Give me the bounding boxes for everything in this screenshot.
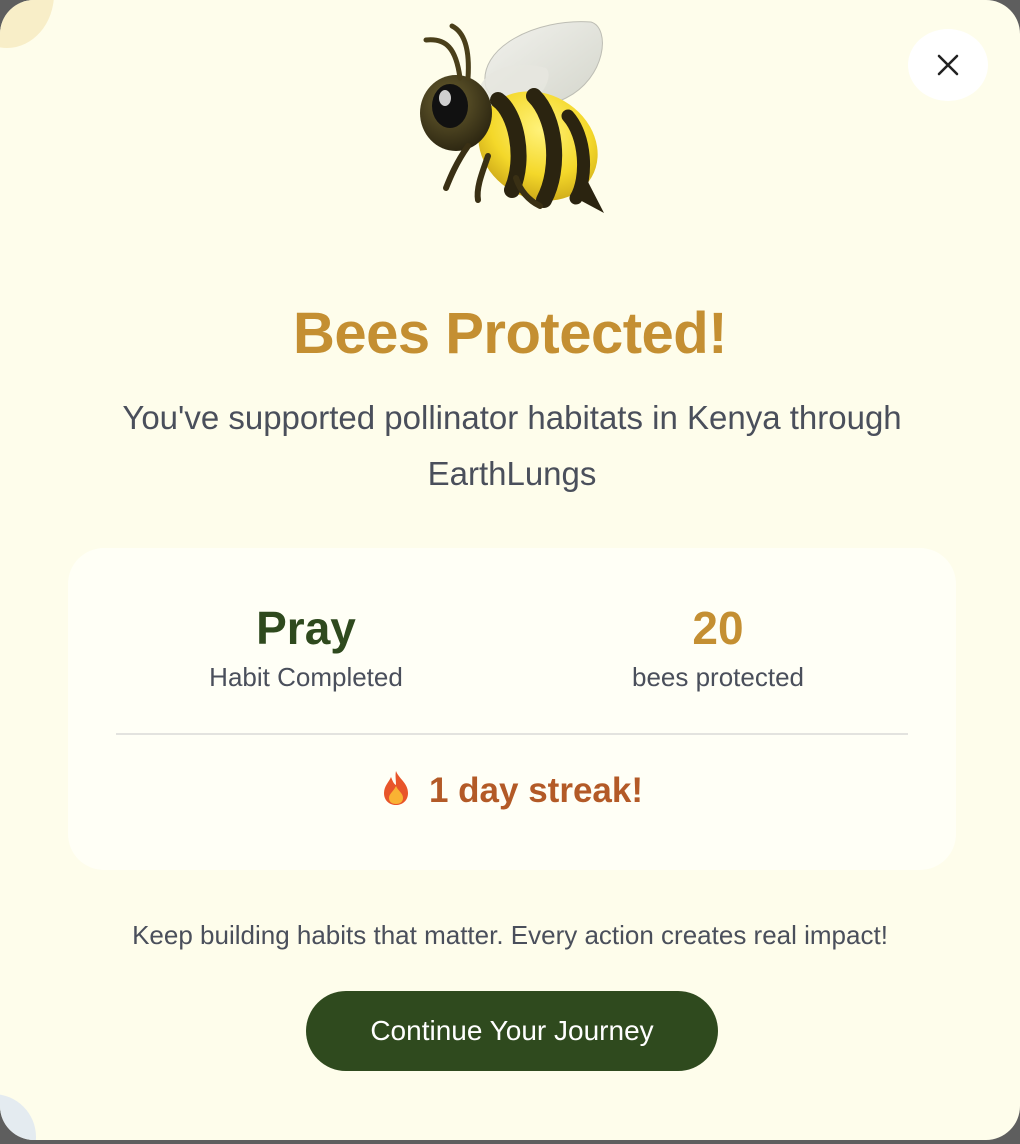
habit-name: Pray (256, 602, 356, 654)
streak-indicator: 1 day streak! (68, 770, 956, 811)
fire-icon (383, 771, 408, 805)
encouragement-text: Keep building habits that matter. Every … (132, 920, 888, 950)
bee-icon (420, 21, 604, 213)
modal-subtitle: You've supported pollinator habitats in … (122, 399, 902, 492)
impact-stat: 20 bees protected (568, 600, 868, 693)
habit-stat: Pray Habit Completed (156, 600, 456, 693)
decorative-circle-bottom (0, 1094, 36, 1140)
impact-value: 20 (692, 602, 744, 654)
close-icon (937, 54, 959, 76)
stats-card: Pray Habit Completed 20 bees protected 1… (68, 548, 956, 870)
streak-text: 1 day streak! (428, 771, 644, 810)
close-button[interactable] (908, 29, 988, 101)
habit-label: Habit Completed (209, 662, 403, 692)
success-modal: Bees Protected! You've supported pollina… (0, 0, 1020, 1140)
impact-label: bees protected (631, 662, 804, 692)
modal-title: Bees Protected! (292, 301, 728, 366)
continue-button[interactable]: Continue Your Journey (306, 991, 718, 1071)
divider (116, 733, 908, 735)
decorative-circle-top (0, 0, 54, 48)
